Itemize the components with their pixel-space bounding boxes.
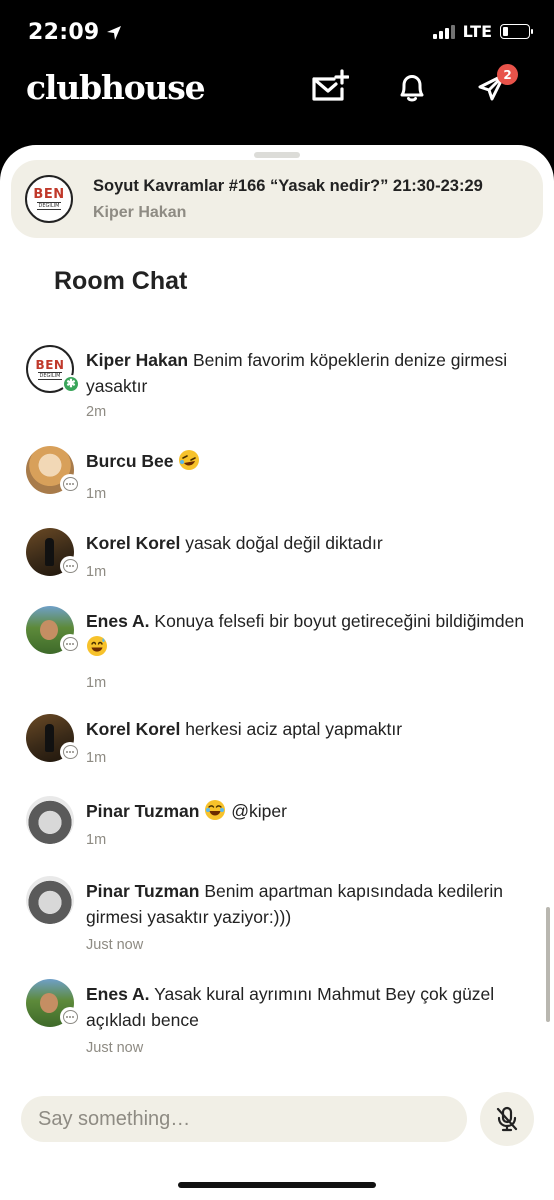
user-avatar[interactable] — [26, 528, 80, 578]
rofl-emoji-icon — [179, 450, 200, 470]
message-time: 1m — [86, 750, 107, 766]
room-host: Kiper Hakan — [93, 204, 187, 221]
message-body: yasak doğal değil diktadır — [185, 533, 383, 553]
chat-bubble-icon — [60, 556, 80, 576]
message-text: Enes A. Konuya felsefi bir boyut getirec… — [86, 608, 526, 660]
room-chat-sheet: BEN DEĞİLİM Soyut Kavramlar #166 “Yasak … — [0, 145, 554, 1200]
message-time: 1m — [86, 832, 107, 848]
status-indicators: LTE — [432, 22, 533, 41]
message-author[interactable]: Pinar Tuzman — [86, 801, 199, 821]
user-avatar[interactable] — [26, 606, 80, 656]
message-time: Just now — [86, 937, 144, 953]
message-text: Kiper Hakan Benim favorim köpeklerin den… — [86, 347, 526, 399]
message-text: Burcu Bee — [86, 448, 526, 474]
room-avatar-subtext: DEĞİLİM — [36, 201, 62, 210]
message-author[interactable]: Burcu Bee — [86, 451, 174, 471]
user-avatar[interactable] — [26, 979, 80, 1029]
message-text: Pinar Tuzman Benim apartman kapısındada … — [86, 878, 526, 930]
notification-badge: 2 — [497, 64, 518, 85]
location-arrow-icon — [106, 25, 121, 40]
scrollbar[interactable] — [546, 907, 550, 1022]
chat-title: Room Chat — [54, 267, 188, 295]
bell-icon — [400, 75, 424, 102]
message-time: 2m — [86, 404, 107, 420]
moderator-badge-icon: ✱ — [62, 375, 80, 393]
user-avatar[interactable] — [26, 796, 76, 846]
battery-icon — [500, 24, 533, 39]
status-bar: 22:09 LTE — [0, 0, 554, 66]
message-time: Just now — [86, 1040, 144, 1056]
chat-bubble-icon — [60, 474, 80, 494]
room-banner[interactable]: BEN DEĞİLİM Soyut Kavramlar #166 “Yasak … — [11, 160, 543, 238]
user-avatar[interactable] — [26, 876, 76, 926]
network-label: LTE — [462, 22, 492, 41]
message-time: 1m — [86, 564, 107, 580]
message-body: Konuya felsefi bir boyut getireceğini bi… — [154, 611, 525, 631]
message-author[interactable]: Enes A. — [86, 984, 150, 1004]
avatar-logo: BEN — [35, 357, 65, 372]
chat-input[interactable] — [21, 1096, 467, 1142]
message-text: Korel Korel yasak doğal değil diktadır — [86, 530, 526, 556]
mute-mic-button[interactable] — [480, 1092, 534, 1146]
message-author[interactable]: Korel Korel — [86, 533, 180, 553]
signal-icon — [432, 24, 455, 39]
activity-button[interactable]: 2 — [472, 64, 518, 108]
avatar-logo-subtext: DEĞİLİM — [37, 371, 63, 380]
status-time-group: 22:09 — [28, 20, 122, 45]
message-body: @kiper — [231, 801, 287, 821]
chat-bubble-icon — [60, 742, 80, 762]
joy-emoji-icon — [205, 800, 226, 820]
sheet-grabber[interactable] — [254, 152, 300, 158]
message-author[interactable]: Enes A. — [86, 611, 150, 631]
room-avatar: BEN DEĞİLİM — [25, 175, 73, 223]
chat-bubble-icon — [60, 1007, 80, 1027]
app-header: clubhouse 2 — [0, 64, 554, 146]
chat-bubble-icon — [60, 634, 80, 654]
message-composer[interactable] — [21, 1096, 467, 1142]
room-title: Soyut Kavramlar #166 “Yasak nedir?” 21:3… — [93, 177, 483, 195]
user-avatar[interactable] — [26, 714, 80, 764]
room-avatar-logo: BEN — [33, 186, 65, 202]
notifications-button[interactable] — [392, 66, 432, 108]
app-logo: clubhouse — [26, 68, 206, 107]
message-text: Enes A. Yasak kural ayrımını Mahmut Bey … — [86, 981, 526, 1033]
status-time: 22:09 — [28, 20, 100, 45]
compose-message-button[interactable] — [309, 66, 349, 108]
user-avatar[interactable]: BEN DEĞİLİM ✱ — [26, 345, 80, 395]
message-author[interactable]: Korel Korel — [86, 719, 180, 739]
mic-muted-icon — [496, 1106, 518, 1132]
message-author[interactable]: Kiper Hakan — [86, 350, 188, 370]
mail-plus-icon — [312, 69, 349, 101]
user-avatar[interactable] — [26, 446, 80, 496]
message-author[interactable]: Pinar Tuzman — [86, 881, 199, 901]
sweat-smile-emoji-icon — [87, 636, 107, 656]
message-text: Korel Korel herkesi aciz aptal yapmaktır — [86, 716, 526, 742]
message-time: 1m — [86, 675, 107, 691]
home-indicator — [178, 1182, 376, 1188]
message-text: Pinar Tuzman @kiper — [86, 798, 526, 824]
message-time: 1m — [86, 486, 107, 502]
message-body: herkesi aciz aptal yapmaktır — [185, 719, 403, 739]
